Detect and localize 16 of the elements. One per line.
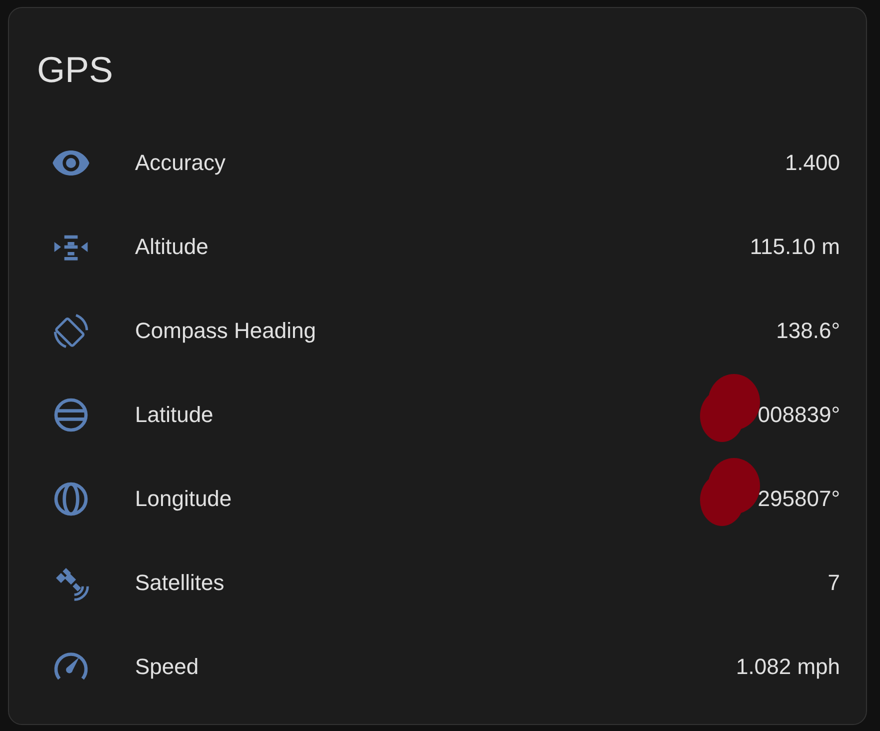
row-value: 138.6° [776,318,840,344]
row-value: 295807° [758,486,840,512]
row-label: Latitude [135,402,214,428]
row-label: Compass Heading [135,318,317,344]
row-label: Speed [135,654,200,680]
row-value: 115.10 m [750,234,840,260]
row-value: 7 [828,570,840,596]
row-value: 008839° [758,402,840,428]
row-value: 1.400 [784,150,840,176]
row-value: 1.082 mph [736,654,840,680]
card-title: GPS [37,52,114,88]
rotate-device-icon [51,311,91,351]
row-label: Altitude [135,234,210,260]
row-label: Satellites [135,570,226,596]
row-label: Accuracy [135,150,226,176]
row-label: Longitude [135,486,233,512]
